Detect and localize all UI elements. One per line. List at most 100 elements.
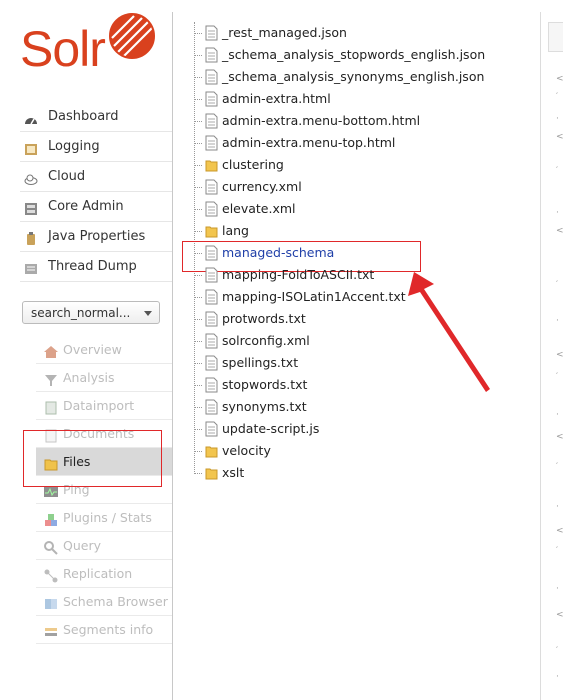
file-item[interactable]: _schema_analysis_stopwords_english.json: [188, 44, 508, 66]
core-nav-item-query[interactable]: Query: [36, 532, 172, 560]
core-nav-item-label: Segments info: [63, 622, 154, 637]
tree-connector: [194, 473, 202, 474]
plugins-icon: [43, 510, 59, 526]
core-nav-item-label: Query: [63, 538, 101, 553]
file-item[interactable]: mapping-ISOLatin1Accent.txt: [188, 286, 508, 308]
dataimport-icon: [43, 398, 59, 415]
folder-item[interactable]: clustering: [188, 154, 508, 176]
file-name: admin-extra.menu-bottom.html: [222, 113, 421, 128]
tree-connector: [194, 99, 202, 100]
tree-connector: [194, 385, 202, 386]
file-icon: [205, 421, 218, 437]
file-name: protwords.txt: [222, 311, 306, 326]
file-icon: [205, 179, 218, 195]
core-nav-item-label: Plugins / Stats: [63, 510, 152, 525]
core-nav-item-analysis[interactable]: Analysis: [36, 364, 172, 392]
file-item[interactable]: _rest_managed.json: [188, 22, 508, 44]
file-name: admin-extra.menu-top.html: [222, 135, 396, 150]
file-item[interactable]: solrconfig.xml: [188, 330, 508, 352]
file-name: _schema_analysis_stopwords_english.json: [222, 47, 486, 62]
file-item[interactable]: admin-extra.menu-top.html: [188, 132, 508, 154]
core-nav-item-label: Schema Browser: [63, 594, 168, 609]
sidebar-item-logging[interactable]: Logging: [20, 132, 172, 162]
core-nav-item-replication[interactable]: Replication: [36, 560, 172, 588]
file-item[interactable]: mapping-FoldToASCII.txt: [188, 264, 508, 286]
file-item[interactable]: _schema_analysis_synonyms_english.json: [188, 66, 508, 88]
file-item[interactable]: synonyms.txt: [188, 396, 508, 418]
tree-connector: [194, 341, 202, 342]
sidebar-divider: [172, 12, 173, 700]
tree-connector: [194, 165, 202, 166]
core-nav-item-plugins-stats[interactable]: Plugins / Stats: [36, 504, 172, 532]
cloud-icon: [23, 169, 39, 185]
content-gutter-mark: ·: [556, 410, 559, 420]
sidebar-item-label: Thread Dump: [48, 259, 137, 274]
chevron-down-icon: [144, 311, 152, 316]
folder-item[interactable]: lang: [188, 220, 508, 242]
segments-icon: [43, 622, 59, 638]
sidebar-item-label: Cloud: [48, 169, 86, 184]
file-item[interactable]: protwords.txt: [188, 308, 508, 330]
file-item[interactable]: update-script.js: [188, 418, 508, 440]
tree-connector: [194, 297, 202, 298]
query-icon: [43, 538, 59, 555]
file-name: stopwords.txt: [222, 377, 308, 392]
file-icon: [205, 135, 218, 151]
file-content-toolbar[interactable]: [548, 22, 563, 52]
schema-browser-icon: [43, 594, 59, 610]
content-gutter-mark: <: [556, 610, 563, 620]
folder-item[interactable]: velocity: [188, 440, 508, 462]
file-item[interactable]: elevate.xml: [188, 198, 508, 220]
file-item[interactable]: currency.xml: [188, 176, 508, 198]
core-nav-item-label: Overview: [63, 342, 122, 357]
file-name: synonyms.txt: [222, 399, 307, 414]
folder-icon: [205, 465, 218, 481]
tree-connector: [194, 55, 202, 56]
core-nav: Overview Analysis Dataimport Documents Files…: [36, 336, 172, 644]
sidebar-item-core-admin[interactable]: Core Admin: [20, 192, 172, 222]
file-name: elevate.xml: [222, 201, 296, 216]
sidebar-item-thread-dump[interactable]: Thread Dump: [20, 252, 172, 282]
file-icon: [205, 91, 218, 107]
funnel-icon: [43, 370, 59, 386]
file-name: mapping-ISOLatin1Accent.txt: [222, 289, 406, 304]
main-nav: Dashboard Logging Cloud Core Admin Java Prop…: [20, 102, 172, 282]
file-name: _schema_analysis_synonyms_english.json: [222, 69, 485, 84]
core-nav-item-segments-info[interactable]: Segments info: [36, 616, 172, 644]
content-gutter-mark: <: [556, 350, 563, 360]
sidebar-item-dashboard[interactable]: Dashboard: [20, 102, 172, 132]
core-nav-item-dataimport[interactable]: Dataimport: [36, 392, 172, 420]
file-icon: [205, 377, 218, 393]
content-gutter-mark: <: [556, 74, 563, 84]
sidebar-item-java-properties[interactable]: Java Properties: [20, 222, 172, 252]
folder-item[interactable]: xslt: [188, 462, 508, 484]
sidebar-item-label: Logging: [48, 139, 100, 154]
tree-connector: [194, 77, 202, 78]
core-nav-item-label: Replication: [63, 566, 133, 581]
file-name: solrconfig.xml: [222, 333, 310, 348]
file-icon: [205, 289, 218, 305]
file-item[interactable]: managed-schema: [188, 242, 508, 264]
file-item[interactable]: admin-extra.menu-bottom.html: [188, 110, 508, 132]
file-icon: [205, 201, 218, 217]
sidebar-item-cloud[interactable]: Cloud: [20, 162, 172, 192]
file-icon: [205, 69, 218, 85]
tree-connector: [194, 231, 202, 232]
file-name: managed-schema: [222, 245, 335, 260]
core-nav-item-label: Analysis: [63, 370, 115, 385]
content-gutter-mark: ·: [556, 584, 559, 594]
folder-icon: [205, 157, 218, 173]
content-gutter-mark: ·: [556, 316, 559, 326]
file-icon: [205, 355, 218, 371]
file-item[interactable]: spellings.txt: [188, 352, 508, 374]
home-icon: [43, 342, 59, 358]
core-selector[interactable]: search_normal...: [22, 301, 160, 324]
tree-connector: [194, 121, 202, 122]
core-nav-item-schema-browser[interactable]: Schema Browser: [36, 588, 172, 616]
solr-logo[interactable]: Solr: [20, 12, 155, 78]
file-item[interactable]: admin-extra.html: [188, 88, 508, 110]
tree-connector: [194, 253, 202, 254]
file-item[interactable]: stopwords.txt: [188, 374, 508, 396]
sidebar-item-label: Java Properties: [48, 229, 146, 244]
core-nav-item-overview[interactable]: Overview: [36, 336, 172, 364]
